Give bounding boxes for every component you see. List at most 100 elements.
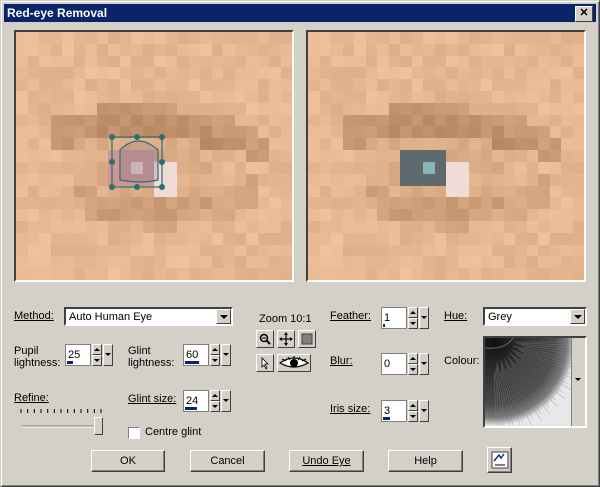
- help-button[interactable]: Help: [388, 450, 463, 472]
- glint-size-slider-toggle[interactable]: [221, 390, 231, 412]
- iris-size-slider-toggle[interactable]: [419, 400, 429, 422]
- glint-lightness-spinner[interactable]: 60: [183, 344, 231, 368]
- pupil-lightness-up[interactable]: [92, 344, 102, 355]
- preview-pixel: [331, 43, 343, 56]
- glint-lightness-slider-toggle[interactable]: [221, 344, 231, 366]
- preview-pixel: [354, 43, 366, 56]
- preview-pixel: [538, 138, 550, 151]
- preview-pixel: [503, 256, 515, 269]
- preview-pixel: [515, 126, 527, 139]
- feather-up[interactable]: [408, 307, 418, 318]
- preview-pixel: [308, 43, 320, 56]
- preview-pixel: [365, 114, 377, 127]
- preview-pixel: [549, 150, 561, 162]
- glint-size-spinner[interactable]: 24: [183, 390, 231, 414]
- feather-input[interactable]: 1: [381, 307, 407, 329]
- iris-size-spinner[interactable]: 3: [381, 400, 429, 424]
- feather-slider-toggle[interactable]: [419, 307, 429, 329]
- preview-pixel: [469, 67, 481, 80]
- undo-eye-button[interactable]: Undo Eye: [289, 450, 364, 472]
- preview-pixel: [492, 91, 504, 103]
- preview-pixel: [480, 55, 492, 68]
- method-dropdown[interactable]: Auto Human Eye: [64, 307, 233, 326]
- preview-pixel: [492, 232, 504, 245]
- preview-pixel: [492, 268, 504, 280]
- preview-pixel: [457, 138, 469, 151]
- feather-spinner[interactable]: 1: [381, 307, 429, 331]
- ok-button[interactable]: OK: [91, 450, 165, 472]
- eye-icon[interactable]: [277, 354, 311, 372]
- colour-swatch[interactable]: [483, 336, 587, 428]
- preview-pixel: [388, 209, 400, 221]
- preview-pixel: [411, 161, 423, 174]
- before-preview[interactable]: [14, 30, 294, 282]
- iris-size-value: 3: [384, 405, 391, 417]
- preview-pixel: [423, 55, 435, 68]
- preview-pixel: [446, 91, 458, 103]
- blur-input[interactable]: 0: [381, 353, 407, 375]
- zoom-out-icon[interactable]: [256, 330, 274, 348]
- refine-slider[interactable]: [19, 406, 104, 436]
- blur-down[interactable]: [408, 364, 418, 375]
- blur-spinner[interactable]: 0: [381, 353, 429, 377]
- blur-up[interactable]: [408, 353, 418, 364]
- preview-pixel: [365, 256, 377, 269]
- iris-size-up[interactable]: [408, 400, 418, 411]
- preview-pixel: [400, 126, 412, 139]
- hue-dropdown[interactable]: Grey: [483, 307, 587, 326]
- blur-slider-toggle[interactable]: [419, 353, 429, 375]
- preview-pixel: [354, 268, 366, 280]
- glint-lightness-up[interactable]: [210, 344, 220, 355]
- preview-pixel: [515, 114, 527, 127]
- preview-pixel: [400, 114, 412, 127]
- proof-icon[interactable]: [487, 447, 512, 473]
- preview-pixel: [342, 256, 354, 269]
- glint-size-input[interactable]: 24: [183, 390, 209, 412]
- pupil-lightness-down[interactable]: [92, 355, 102, 366]
- glint-lightness-input[interactable]: 60: [183, 344, 209, 366]
- preview-pixel: [515, 161, 527, 174]
- preview-pixel: [331, 67, 343, 80]
- pan-icon[interactable]: [277, 330, 295, 348]
- preview-pixel: [561, 79, 573, 92]
- glint-size-down[interactable]: [210, 401, 220, 412]
- preview-pixel: [480, 67, 492, 80]
- preview-pixel: [526, 197, 538, 210]
- cancel-button[interactable]: Cancel: [190, 450, 265, 472]
- preview-pixel: [561, 126, 573, 139]
- preview-pixel: [308, 102, 320, 115]
- select-arrow-icon[interactable]: [256, 354, 274, 372]
- preview-pixel: [503, 126, 515, 139]
- hue-dropdown-arrow[interactable]: [570, 309, 585, 324]
- glint-lightness-down[interactable]: [210, 355, 220, 366]
- pupil-lightness-spinner[interactable]: 25: [65, 344, 113, 368]
- preview-pixel: [388, 256, 400, 269]
- glint-size-up[interactable]: [210, 390, 220, 401]
- preview-pixel: [377, 55, 389, 68]
- after-preview: [306, 30, 586, 282]
- preview-pixel: [446, 126, 458, 139]
- glint-lightness-level: [185, 361, 199, 364]
- preview-pixel: [526, 91, 538, 103]
- preview-pixel: [388, 268, 400, 280]
- preview-pixel: [515, 32, 527, 44]
- preview-pixel: [480, 91, 492, 103]
- colour-dropdown-button[interactable]: [571, 338, 585, 426]
- close-button[interactable]: ✕: [575, 6, 593, 22]
- preview-pixel: [526, 173, 538, 186]
- preview-pixel: [423, 173, 435, 186]
- preview-pixel: [377, 32, 389, 44]
- centre-glint-checkbox[interactable]: [128, 427, 140, 439]
- preview-pixel: [446, 197, 458, 210]
- preview-pixel: [423, 43, 435, 56]
- pupil-lightness-input[interactable]: 25: [65, 344, 91, 366]
- iris-size-input[interactable]: 3: [381, 400, 407, 422]
- refine-slider-thumb[interactable]: [94, 417, 103, 435]
- view-icon[interactable]: [298, 330, 316, 348]
- pupil-lightness-slider-toggle[interactable]: [103, 344, 113, 366]
- preview-pixel: [492, 150, 504, 162]
- method-dropdown-arrow[interactable]: [216, 309, 231, 324]
- preview-pixel: [423, 67, 435, 80]
- feather-down[interactable]: [408, 318, 418, 329]
- iris-size-down[interactable]: [408, 411, 418, 422]
